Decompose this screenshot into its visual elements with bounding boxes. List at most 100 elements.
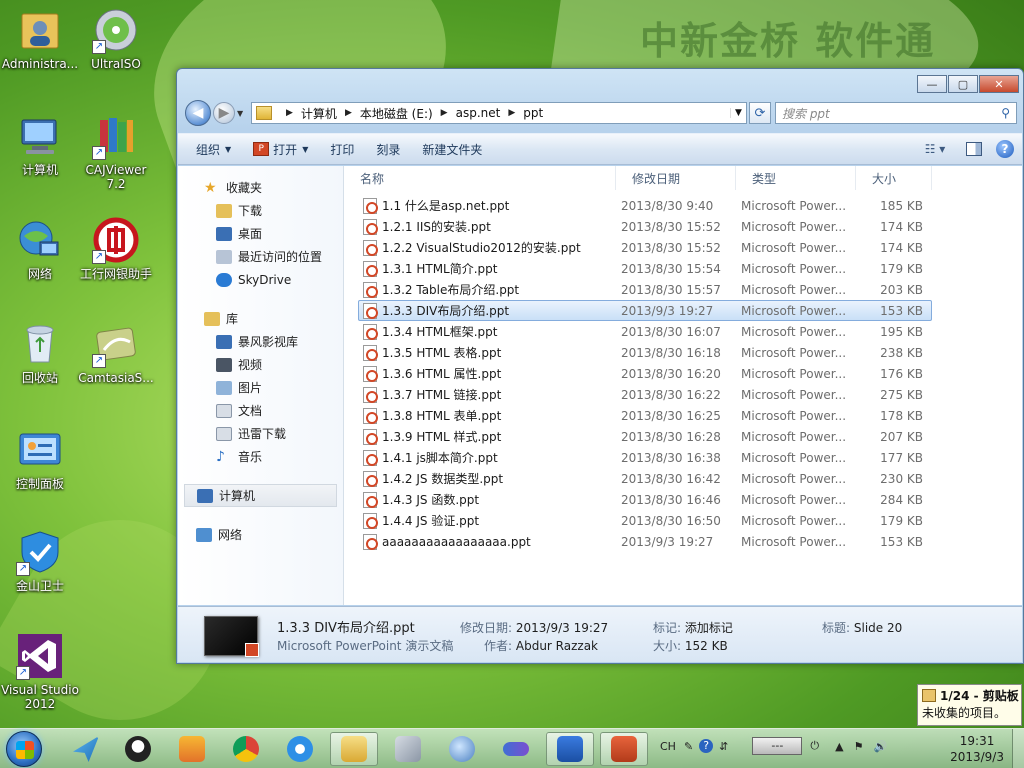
file-row[interactable]: 1.3.7 HTML 链接.ppt 2013/8/30 16:22 Microsof… bbox=[358, 384, 932, 405]
volume-icon[interactable]: 🔊 bbox=[873, 740, 887, 753]
file-row[interactable]: 1.3.1 HTML简介.ppt 2013/8/30 15:54 Microsoft… bbox=[358, 258, 932, 279]
desktop-icon-recycle-bin[interactable]: 回收站 bbox=[0, 320, 80, 385]
maximize-button[interactable]: ▢ bbox=[948, 75, 978, 93]
file-row[interactable]: 1.3.6 HTML 属性.ppt 2013/8/30 16:20 Microsof… bbox=[358, 363, 932, 384]
nav-libraries[interactable]: 库 bbox=[178, 307, 343, 330]
nav-item-baofeng-library[interactable]: 暴风影视库 bbox=[178, 330, 343, 353]
nav-item-videos[interactable]: 视频 bbox=[178, 353, 343, 376]
address-bar[interactable]: ▶ 计算机 ▶ 本地磁盘 (E:) ▶ asp.net ▶ ppt ▼ bbox=[251, 102, 747, 124]
column-header-type[interactable]: 类型 bbox=[736, 166, 856, 190]
nav-item-desktop[interactable]: 桌面 bbox=[178, 222, 343, 245]
forward-button[interactable]: ▶ bbox=[213, 102, 235, 124]
desktop-icon-visual-studio[interactable]: ↗ Visual Studio 2012 bbox=[0, 632, 80, 711]
file-row[interactable]: 1.1 什么是asp.net.ppt 2013/8/30 9:40 Microsof… bbox=[358, 195, 932, 216]
nav-item-pictures[interactable]: 图片 bbox=[178, 376, 343, 399]
taskbar-app-ie[interactable] bbox=[276, 732, 324, 766]
search-icon[interactable]: ⚲ bbox=[1001, 106, 1010, 120]
file-row[interactable]: aaaaaaaaaaaaaaaaa.ppt 2013/9/3 19:27 Micro… bbox=[358, 531, 932, 552]
file-row[interactable]: 1.3.5 HTML 表格.ppt 2013/8/30 16:18 Microsof… bbox=[358, 342, 932, 363]
breadcrumb-chevron-icon[interactable]: ▶ bbox=[508, 108, 515, 118]
nav-network[interactable]: 网络 bbox=[178, 523, 343, 546]
desktop-icon-ultraiso[interactable]: ↗ UltraISO bbox=[76, 6, 156, 71]
search-input[interactable]: 搜索 ppt ⚲ bbox=[775, 102, 1017, 124]
power-plug-icon[interactable]: ⏻ bbox=[810, 739, 819, 753]
taskbar-app-explorer[interactable] bbox=[330, 732, 378, 766]
file-row[interactable]: 1.3.4 HTML框架.ppt 2013/8/30 16:07 Microsoft… bbox=[358, 321, 932, 342]
desktop-icon-camtasia[interactable]: ↗ CamtasiaS... bbox=[76, 320, 156, 385]
breadcrumb-computer[interactable]: 计算机 bbox=[301, 105, 337, 122]
file-row[interactable]: 1.4.3 JS 函数.ppt 2013/8/30 16:46 Microsoft … bbox=[358, 489, 932, 510]
file-row[interactable]: 1.3.8 HTML 表单.ppt 2013/8/30 16:25 Microsof… bbox=[358, 405, 932, 426]
breadcrumb-ppt[interactable]: ppt bbox=[523, 106, 543, 120]
file-row[interactable]: 1.3.9 HTML 样式.ppt 2013/8/30 16:28 Microsof… bbox=[358, 426, 932, 447]
taskbar-app-bird[interactable] bbox=[62, 732, 110, 766]
refresh-button[interactable]: ⟳ bbox=[749, 102, 771, 124]
nav-item-skydrive[interactable]: SkyDrive bbox=[178, 268, 343, 291]
nav-item-music[interactable]: ♪ 音乐 bbox=[178, 445, 343, 468]
file-row[interactable]: 1.2.2 VisualStudio2012的安装.ppt 2013/8/30 1… bbox=[358, 237, 932, 258]
battery-indicator[interactable]: --- bbox=[752, 737, 803, 755]
organize-button[interactable]: 组织 ▼ bbox=[188, 137, 239, 162]
taskbar-app-search[interactable] bbox=[438, 732, 486, 766]
desktop-icon-cajviewer[interactable]: ↗ CAJViewer 7.2 bbox=[76, 112, 156, 191]
help-icon[interactable]: ? bbox=[996, 140, 1014, 158]
breadcrumb-drive-e[interactable]: 本地磁盘 (E:) bbox=[360, 105, 433, 122]
breadcrumb-chevron-icon[interactable]: ▶ bbox=[441, 108, 448, 118]
file-row[interactable]: 1.4.1 js脚本简介.ppt 2013/8/30 16:38 Microsoft… bbox=[358, 447, 932, 468]
address-dropdown-icon[interactable]: ▼ bbox=[730, 108, 746, 118]
close-button[interactable]: ✕ bbox=[979, 75, 1019, 93]
show-desktop-button[interactable] bbox=[1012, 729, 1024, 768]
back-button[interactable]: ◀ bbox=[185, 100, 211, 126]
breadcrumb-chevron-icon[interactable]: ▶ bbox=[345, 108, 352, 118]
language-bar-icon[interactable]: ✎ bbox=[684, 740, 693, 753]
options-icon[interactable]: ⇵ bbox=[719, 740, 728, 753]
nav-item-documents[interactable]: 文档 bbox=[178, 399, 343, 422]
file-row[interactable]: 1.3.2 Table布局介绍.ppt 2013/8/30 15:57 Micros… bbox=[358, 279, 932, 300]
taskbar-app-powerpoint[interactable] bbox=[600, 732, 648, 766]
desktop-icon-network[interactable]: 网络 bbox=[0, 216, 80, 281]
input-method-indicator[interactable]: CH bbox=[660, 740, 676, 753]
desktop-icon-computer[interactable]: 计算机 bbox=[0, 112, 80, 177]
new-folder-button[interactable]: 新建文件夹 bbox=[414, 137, 490, 162]
breadcrumb-asp-net[interactable]: asp.net bbox=[456, 106, 501, 120]
taskbar-app-tools[interactable] bbox=[384, 732, 432, 766]
file-row[interactable]: 1.4.4 JS 验证.ppt 2013/8/30 16:50 Microsoft … bbox=[358, 510, 932, 531]
view-options-icon[interactable]: ☷ ▾ bbox=[918, 142, 952, 156]
taskbar-app-infinity[interactable] bbox=[492, 732, 540, 766]
nav-computer[interactable]: 计算机 bbox=[184, 484, 337, 507]
recent-pages-dropdown[interactable]: ▼ bbox=[237, 109, 247, 118]
help-icon[interactable]: ? bbox=[699, 739, 714, 753]
file-row[interactable]: 1.4.2 JS 数据类型.ppt 2013/8/30 16:42 Microsof… bbox=[358, 468, 932, 489]
show-hidden-icons-icon[interactable]: ▲ bbox=[835, 740, 843, 753]
preview-pane-icon[interactable] bbox=[966, 142, 982, 156]
desktop-icon-control-panel[interactable]: 控制面板 bbox=[0, 426, 80, 491]
details-value[interactable]: Slide 20 bbox=[854, 621, 902, 635]
column-header-name[interactable]: 名称 bbox=[344, 166, 616, 190]
start-button[interactable] bbox=[6, 731, 42, 767]
nav-item-downloads[interactable]: 下载 bbox=[178, 199, 343, 222]
desktop-icon-administrator[interactable]: Administra... bbox=[0, 6, 80, 71]
column-header-size[interactable]: 大小 bbox=[856, 166, 932, 190]
taskbar-app-word[interactable] bbox=[546, 732, 594, 766]
open-button[interactable]: P 打开 ▼ bbox=[245, 137, 316, 162]
clipboard-notification[interactable]: 1/24 - 剪贴板 未收集的项目。 bbox=[917, 684, 1022, 726]
action-center-icon[interactable]: ⚑ bbox=[854, 740, 864, 753]
details-value[interactable]: 添加标记 bbox=[685, 621, 733, 635]
desktop-icon-kingsoft-guard[interactable]: ↗ 金山卫士 bbox=[0, 528, 80, 593]
burn-button[interactable]: 刻录 bbox=[368, 137, 408, 162]
minimize-button[interactable]: — bbox=[917, 75, 947, 93]
print-button[interactable]: 打印 bbox=[322, 137, 362, 162]
column-header-date[interactable]: 修改日期 bbox=[616, 166, 736, 190]
clock[interactable]: 19:31 2013/9/3 bbox=[950, 733, 1004, 765]
breadcrumb-chevron-icon[interactable]: ▶ bbox=[286, 108, 293, 118]
taskbar-app-gift[interactable] bbox=[168, 732, 216, 766]
nav-favorites[interactable]: ★ 收藏夹 bbox=[178, 176, 343, 199]
taskbar-app-qq[interactable] bbox=[114, 732, 162, 766]
details-value[interactable]: Abdur Razzak bbox=[516, 639, 598, 653]
file-row[interactable]: 1.2.1 IIS的安装.ppt 2013/8/30 15:52 Microsoft… bbox=[358, 216, 932, 237]
nav-item-recent-places[interactable]: 最近访问的位置 bbox=[178, 245, 343, 268]
file-row[interactable]: 1.3.3 DIV布局介绍.ppt 2013/9/3 19:27 Microsoft… bbox=[358, 300, 932, 321]
taskbar-app-chrome[interactable] bbox=[222, 732, 270, 766]
nav-item-xunlei-downloads[interactable]: 迅雷下载 bbox=[178, 422, 343, 445]
desktop-icon-icbc[interactable]: ↗ 工行网银助手 bbox=[76, 216, 156, 281]
